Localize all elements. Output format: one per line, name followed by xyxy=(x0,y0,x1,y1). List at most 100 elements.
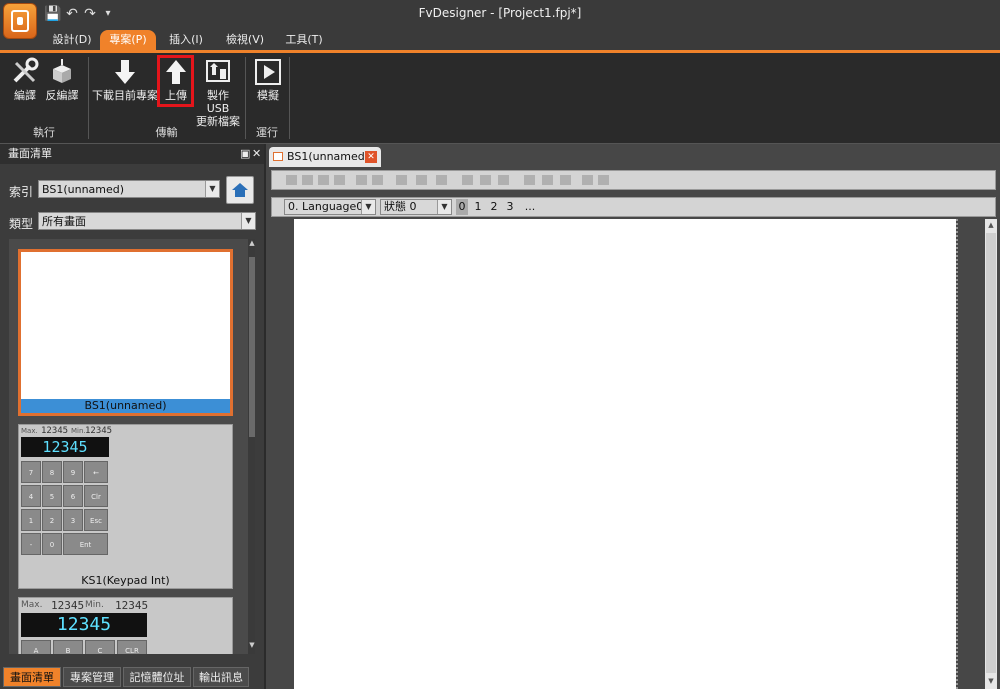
chevron-down-icon: ▼ xyxy=(241,213,255,229)
state-0-button[interactable]: 0 xyxy=(456,199,468,215)
tab-memory-address[interactable]: 記憶體位址 xyxy=(123,667,191,687)
key: C xyxy=(85,640,115,654)
design-canvas[interactable] xyxy=(294,219,956,689)
distribute-icon[interactable] xyxy=(524,175,535,185)
align-icon[interactable] xyxy=(302,175,313,185)
panel-title: 畫面清單 xyxy=(8,147,52,160)
index-dropdown[interactable]: BS1(unnamed) ▼ xyxy=(38,180,220,198)
scroll-up-icon[interactable]: ▲ xyxy=(248,239,255,251)
scroll-down-icon[interactable]: ▼ xyxy=(248,641,255,653)
type-value: 所有畫面 xyxy=(42,215,86,228)
distribute-icon[interactable] xyxy=(542,175,553,185)
keypad-display: 12345 xyxy=(21,437,109,457)
panel-header: 畫面清單 ▣ ✕ xyxy=(0,144,264,164)
more-states-button[interactable]: ... xyxy=(522,199,538,215)
thumbnail-bs1[interactable]: BS1(unnamed) xyxy=(18,249,233,416)
state-1-button[interactable]: 1 xyxy=(472,199,484,215)
group-label-transfer: 傳輸 xyxy=(155,126,178,139)
alignment-toolbar xyxy=(271,170,996,190)
document-tab-label: BS1(unnamed) xyxy=(287,150,370,163)
download-arrow-icon xyxy=(115,60,135,84)
thumbnail-caption: KS1(Keypad Int) xyxy=(81,574,170,587)
tab-screen-list[interactable]: 畫面清單 xyxy=(3,667,61,687)
state-3-button[interactable]: 3 xyxy=(504,199,516,215)
key: CLR xyxy=(117,640,147,654)
tab-view[interactable]: 檢視(V) xyxy=(220,30,270,50)
tab-project-manager[interactable]: 專案管理 xyxy=(63,667,121,687)
ribbon: 編譯 反編譯 下載目前專案 上傳 製作 USB 更新檔案 模擬 執行 傳輸 運行 xyxy=(0,53,1000,144)
max-value: 12345 xyxy=(41,426,69,436)
align-center-icon[interactable] xyxy=(416,175,427,185)
close-panel-icon[interactable]: ✕ xyxy=(252,144,261,164)
download-label: 下載目前專案 xyxy=(92,89,158,102)
screen-list-panel: 畫面清單 ▣ ✕ 索引 BS1(unnamed) ▼ 類型 所有畫面 ▼ BS1… xyxy=(0,144,264,689)
distribute-icon[interactable] xyxy=(560,175,571,185)
chevron-down-icon: ▼ xyxy=(205,181,219,197)
group-label-run: 運行 xyxy=(256,126,278,139)
state-dropdown[interactable]: 狀態 0 ▼ xyxy=(380,199,452,215)
language-dropdown[interactable]: 0. Language0 ▼ xyxy=(284,199,376,215)
thumbnail-scrollbar[interactable]: ▲ ▼ xyxy=(248,239,255,654)
align-icon[interactable] xyxy=(318,175,329,185)
rotate-icon[interactable] xyxy=(582,175,593,185)
decompile-icon xyxy=(53,59,71,83)
scroll-up-icon[interactable]: ▲ xyxy=(985,219,997,231)
key: 4 xyxy=(21,485,41,507)
window-title: FvDesigner - [Project1.fpj*] xyxy=(418,6,582,20)
scroll-thumb[interactable] xyxy=(986,233,996,673)
key: 1 xyxy=(21,509,41,531)
align-top-icon[interactable] xyxy=(462,175,473,185)
type-label: 類型 xyxy=(9,217,34,231)
compile-label: 編譯 xyxy=(14,89,36,102)
simulate-button[interactable]: 模擬 xyxy=(252,57,284,102)
home-button[interactable] xyxy=(226,176,254,204)
compile-button[interactable]: 編譯 xyxy=(8,57,42,102)
align-icon[interactable] xyxy=(286,175,297,185)
editor-area: BS1(unnamed) ✕ 0. Language0 ▼ 狀態 0 ▼ 0 1… xyxy=(266,144,1000,689)
tab-insert[interactable]: 插入(I) xyxy=(162,30,210,50)
thumbnail-ks1[interactable]: Max. 12345 Min. 12345 12345 7 8 9 ← 4 5 … xyxy=(18,424,233,589)
key: 5 xyxy=(42,485,62,507)
ungroup-icon[interactable] xyxy=(372,175,383,185)
compile-icon xyxy=(13,57,39,83)
key: 3 xyxy=(63,509,83,531)
key: A xyxy=(21,640,51,654)
tab-output-messages[interactable]: 輸出訊息 xyxy=(193,667,249,687)
tab-project[interactable]: 專案(P) xyxy=(100,30,156,50)
scroll-down-icon[interactable]: ▼ xyxy=(985,675,997,687)
decompile-button[interactable]: 反編譯 xyxy=(44,57,80,102)
flip-icon[interactable] xyxy=(598,175,609,185)
key: 8 xyxy=(42,461,62,483)
align-bottom-icon[interactable] xyxy=(498,175,509,185)
tab-design[interactable]: 設計(D) xyxy=(48,30,96,50)
align-icon[interactable] xyxy=(334,175,345,185)
screen-thumbnail-list: BS1(unnamed) Max. 12345 Min. 12345 12345… xyxy=(9,239,255,654)
language-state-toolbar: 0. Language0 ▼ 狀態 0 ▼ 0 1 2 3 ... xyxy=(271,197,996,217)
download-project-button[interactable]: 下載目前專案 xyxy=(92,57,158,102)
key: - xyxy=(21,533,41,555)
align-right-icon[interactable] xyxy=(436,175,447,185)
screen-icon xyxy=(273,152,283,161)
language-value: 0. Language0 xyxy=(288,200,364,213)
close-tab-icon[interactable]: ✕ xyxy=(365,151,377,163)
thumbnail-ks2[interactable]: Max. 12345 Min. 12345 12345 A B C CLR xyxy=(18,597,233,654)
tab-tools[interactable]: 工具(T) xyxy=(280,30,328,50)
make-usb-update-button[interactable]: 製作 USB 更新檔案 xyxy=(195,57,241,128)
key: 0 xyxy=(42,533,62,555)
align-middle-icon[interactable] xyxy=(480,175,491,185)
play-icon xyxy=(255,59,281,85)
simulate-label: 模擬 xyxy=(257,89,279,102)
state-2-button[interactable]: 2 xyxy=(488,199,500,215)
upload-highlight-box xyxy=(157,55,194,107)
group-icon[interactable] xyxy=(356,175,367,185)
scroll-thumb[interactable] xyxy=(249,257,255,437)
document-tab[interactable]: BS1(unnamed) ✕ xyxy=(269,147,381,167)
type-dropdown[interactable]: 所有畫面 ▼ xyxy=(38,212,256,230)
canvas-edge xyxy=(956,219,958,689)
float-panel-icon[interactable]: ▣ xyxy=(240,144,250,164)
index-label: 索引 xyxy=(9,185,34,199)
min-value: 12345 xyxy=(85,426,113,436)
usb-label-line1: 製作 USB xyxy=(206,89,230,115)
editor-scrollbar[interactable]: ▲ ▼ xyxy=(985,219,997,689)
align-left-icon[interactable] xyxy=(396,175,407,185)
